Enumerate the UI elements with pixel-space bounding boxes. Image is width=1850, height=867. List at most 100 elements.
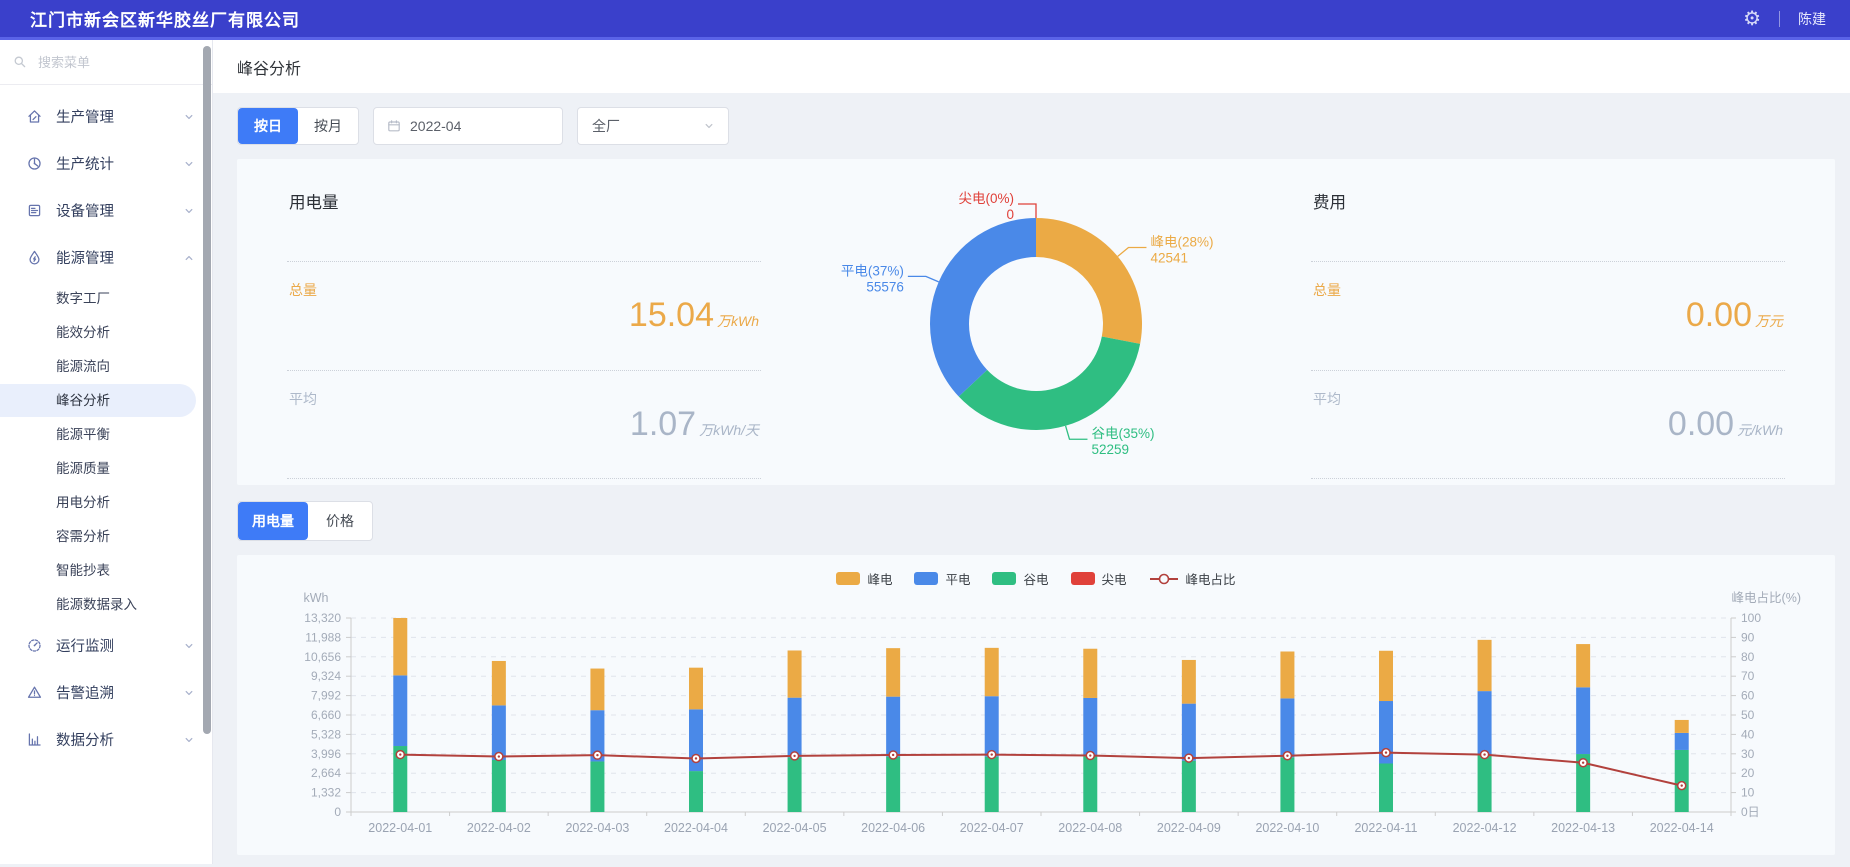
legend-swatch (1071, 572, 1095, 585)
sidebar-subitem-7[interactable]: 容需分析 (0, 520, 212, 553)
sidebar-subitem-9[interactable]: 能源数据录入 (0, 588, 212, 621)
device-icon (26, 202, 43, 219)
bar-group-2022-04-13[interactable] (1576, 644, 1590, 812)
bar-group-2022-04-08[interactable] (1083, 649, 1097, 812)
legend-item-尖电[interactable]: 尖电 (1071, 569, 1127, 588)
bar-group-2022-04-06[interactable] (886, 648, 900, 812)
y2-axis-name: 峰电占比(%) (1732, 590, 1801, 605)
warning-icon (26, 684, 43, 701)
sidebar-item-production-stats[interactable]: 生产统计 (0, 140, 212, 187)
donut-label-2: 平电(37%)55576 (841, 263, 904, 294)
y2-axis-tick: 20 (1741, 766, 1755, 780)
sidebar-subitem-0[interactable]: 数字工厂 (0, 282, 212, 315)
y-axis-tick: 2,664 (311, 766, 341, 780)
page-title: 峰谷分析 (213, 40, 1850, 93)
legend-item-平电[interactable]: 平电 (914, 569, 970, 588)
line-legend-icon (1149, 572, 1179, 586)
x-axis-label: 2022-04-04 (664, 821, 728, 835)
x-axis-label: 2022-04-10 (1255, 821, 1319, 835)
sidebar-subitem-1[interactable]: 能效分析 (0, 316, 212, 349)
donut-label-3: 尖电(0%)0 (958, 191, 1014, 222)
chevron-down-icon (702, 119, 716, 133)
sidebar-item-energy-mgmt[interactable]: 能源管理 (0, 234, 212, 281)
cost-summary: 费用 总量 0.00万元 平均 0.00元/kWh (1271, 159, 1825, 485)
bar-group-2022-04-04[interactable] (689, 668, 703, 812)
search-input[interactable] (36, 54, 166, 71)
consumption-average-row: 平均 1.07万kWh/天 (287, 371, 761, 480)
y2-axis-tick: 60 (1741, 689, 1755, 703)
sidebar-item-label: 设备管理 (56, 200, 169, 221)
drop-icon (26, 249, 43, 266)
bar-group-2022-04-03[interactable] (590, 669, 604, 812)
date-picker[interactable]: 2022-04 (373, 107, 563, 145)
unit-label: 万kWh (717, 313, 759, 329)
chevron-down-icon (182, 733, 196, 747)
x-axis-label: 2022-04-07 (960, 821, 1024, 835)
mode-month-button[interactable]: 按月 (298, 108, 358, 144)
filter-row: 按日 按月 2022-04 全厂 (237, 107, 1835, 145)
y2-axis-tick: 40 (1741, 727, 1755, 741)
chevron-down-icon (182, 639, 196, 653)
legend-label: 峰电占比 (1186, 569, 1236, 588)
x-axis-label: 2022-04-13 (1551, 821, 1615, 835)
donut-slice-2[interactable] (930, 218, 1036, 397)
cost-title: 费用 (1311, 179, 1785, 262)
bar-group-2022-04-11[interactable] (1379, 651, 1393, 812)
bar-group-2022-04-02[interactable] (492, 661, 506, 812)
bar-group-2022-04-10[interactable] (1280, 651, 1294, 812)
sidebar-item-label: 能源管理 (56, 247, 169, 268)
donut-slice-1[interactable] (959, 337, 1140, 430)
legend-item-峰电占比[interactable]: 峰电占比 (1149, 569, 1236, 588)
sidebar-subitem-5[interactable]: 能源质量 (0, 452, 212, 485)
y-axis-tick: 9,324 (311, 669, 341, 683)
gear-icon[interactable]: ⚙ (1743, 9, 1761, 29)
legend-item-峰电[interactable]: 峰电 (836, 569, 892, 588)
cost-total-row: 总量 0.00万元 (1311, 262, 1785, 371)
tab-price[interactable]: 价格 (308, 502, 372, 540)
donut-chart: 峰电(28%)42541谷电(35%)52259平电(37%)55576尖电(0… (801, 159, 1271, 485)
username[interactable]: 陈建 (1798, 9, 1826, 29)
unit-label: 元/kWh (1737, 422, 1783, 438)
date-value: 2022-04 (410, 118, 461, 134)
row-label: 平均 (289, 389, 317, 409)
sidebar-subitem-4[interactable]: 能源平衡 (0, 418, 212, 451)
legend-item-谷电[interactable]: 谷电 (992, 569, 1048, 588)
company-title: 江门市新会区新华胶丝厂有限公司 (30, 6, 300, 31)
legend-label: 峰电 (867, 569, 892, 588)
gauge-icon (26, 637, 43, 654)
sidebar-scrollbar[interactable] (203, 46, 211, 734)
x-axis-label: 2022-04-03 (565, 821, 629, 835)
chevron-down-icon (182, 157, 196, 171)
sidebar-item-production-mgmt[interactable]: 生产管理 (0, 93, 212, 140)
sidebar-item-data-analysis[interactable]: 数据分析 (0, 716, 212, 763)
ratio-line[interactable] (396, 749, 1685, 790)
sidebar-item-alarm-trace[interactable]: 告警追溯 (0, 669, 212, 716)
bar-group-2022-04-05[interactable] (788, 650, 802, 812)
bar-group-2022-04-09[interactable] (1182, 660, 1196, 812)
y2-axis-tick: 10 (1741, 786, 1755, 800)
unit-label: 万kWh/天 (699, 422, 759, 438)
tab-consumption[interactable]: 用电量 (238, 502, 308, 540)
donut-slice-0[interactable] (1036, 218, 1142, 344)
scope-select[interactable]: 全厂 (577, 107, 729, 145)
sidebar-subitem-2[interactable]: 能源流向 (0, 350, 212, 383)
search-icon (12, 54, 28, 70)
row-label: 总量 (1313, 280, 1341, 300)
sidebar-item-label: 运行监测 (56, 635, 169, 656)
bar-group-2022-04-14[interactable] (1675, 720, 1689, 812)
chart-tabs: 用电量 价格 (237, 501, 1835, 541)
bar-group-2022-04-12[interactable] (1478, 640, 1492, 812)
bar-group-2022-04-07[interactable] (985, 648, 999, 812)
sidebar-subitem-6[interactable]: 用电分析 (0, 486, 212, 519)
sidebar-subitem-8[interactable]: 智能抄表 (0, 554, 212, 587)
legend-label: 平电 (945, 569, 970, 588)
x-axis-label: 2022-04-09 (1157, 821, 1221, 835)
mode-day-button[interactable]: 按日 (238, 108, 298, 144)
y-axis-tick: 1,332 (311, 786, 341, 800)
sidebar-item-device-mgmt[interactable]: 设备管理 (0, 187, 212, 234)
row-label: 平均 (1313, 389, 1341, 409)
sidebar-subitem-3[interactable]: 峰谷分析 (0, 384, 196, 417)
y2-axis-tick: 50 (1741, 708, 1755, 722)
bar-group-2022-04-01[interactable] (393, 618, 407, 812)
sidebar-item-runtime-monitor[interactable]: 运行监测 (0, 622, 212, 669)
